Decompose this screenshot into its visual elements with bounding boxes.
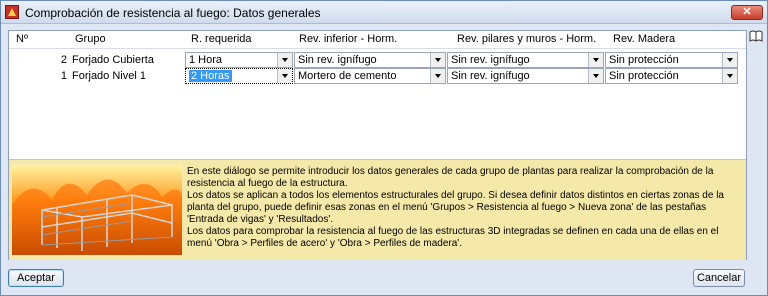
info-text: En este diálogo se permite introducir lo… [187,166,737,250]
header-r-requerida[interactable]: R. requerida [191,31,252,48]
selected-value: 2 Horas [189,70,232,82]
header-rev-inferior[interactable]: Rev. inferior - Horm. [299,31,398,48]
accept-button[interactable]: Aceptar [8,269,64,287]
header-grupo[interactable]: Grupo [75,31,106,48]
select-value: 1 Hora [189,54,223,66]
r-requerida-select[interactable]: 1 Hora [185,52,293,68]
rev-pilares-select[interactable]: Sin rev. ignífugo [447,52,604,68]
header-rev-pilares[interactable]: Rev. pilares y muros - Horm. [457,31,597,48]
r-requerida-select[interactable]: 2 Horas [185,68,293,84]
chevron-down-icon[interactable] [430,53,445,67]
chevron-down-icon[interactable] [277,69,292,83]
table-row[interactable]: 1 Forjado Nivel 1 2 Horas Mortero de cem… [9,68,746,84]
chevron-down-icon[interactable] [277,53,292,67]
burning-building-illustration [12,165,182,255]
book-help-icon[interactable] [749,29,763,43]
chevron-down-icon[interactable] [588,53,603,67]
select-value: Sin rev. ignífugo [298,54,377,66]
cancel-button[interactable]: Cancelar [693,269,745,287]
row-num: 1 [60,70,67,82]
title-bar: Comprobación de resistencia al fuego: Da… [1,1,767,24]
rev-inferior-select[interactable]: Sin rev. ignífugo [294,52,446,68]
rev-madera-select[interactable]: Sin protección [605,68,738,84]
groups-table: Nº Grupo R. requerida Rev. inferior - Ho… [9,31,746,159]
chevron-down-icon[interactable] [588,69,603,83]
select-value: 2 Horas [189,69,232,83]
chevron-down-icon[interactable] [430,69,445,83]
info-panel: En este diálogo se permite introducir lo… [9,159,746,260]
select-value: Sin rev. ignífugo [451,54,530,66]
content-panel: Nº Grupo R. requerida Rev. inferior - Ho… [8,30,747,260]
header-num[interactable]: Nº [16,31,28,48]
table-row[interactable]: 2 Forjado Cubierta 1 Hora Sin rev. igníf… [9,52,746,68]
info-paragraph: Los datos se aplican a todos los element… [187,190,724,225]
window-title: Comprobación de resistencia al fuego: Da… [25,6,321,20]
select-value: Sin protección [609,54,679,66]
select-value: Mortero de cemento [298,70,397,82]
select-value: Sin protección [609,70,679,82]
select-value: Sin rev. ignífugo [451,70,530,82]
rev-inferior-select[interactable]: Mortero de cemento [294,68,446,84]
dialog-window: Comprobación de resistencia al fuego: Da… [0,0,768,296]
close-button[interactable]: ✕ [731,5,763,20]
row-grupo: Forjado Nivel 1 [72,70,146,82]
header-divider [9,48,746,49]
chevron-down-icon[interactable] [722,69,737,83]
header-rev-madera[interactable]: Rev. Madera [613,31,676,48]
fire-app-icon [5,5,19,19]
row-grupo: Forjado Cubierta [72,54,154,66]
row-num: 2 [60,54,67,66]
chevron-down-icon[interactable] [722,53,737,67]
rev-pilares-select[interactable]: Sin rev. ignífugo [447,68,604,84]
rev-madera-select[interactable]: Sin protección [605,52,738,68]
info-paragraph: Los datos para comprobar la resistencia … [187,226,719,249]
info-paragraph: En este diálogo se permite introducir lo… [187,166,714,189]
